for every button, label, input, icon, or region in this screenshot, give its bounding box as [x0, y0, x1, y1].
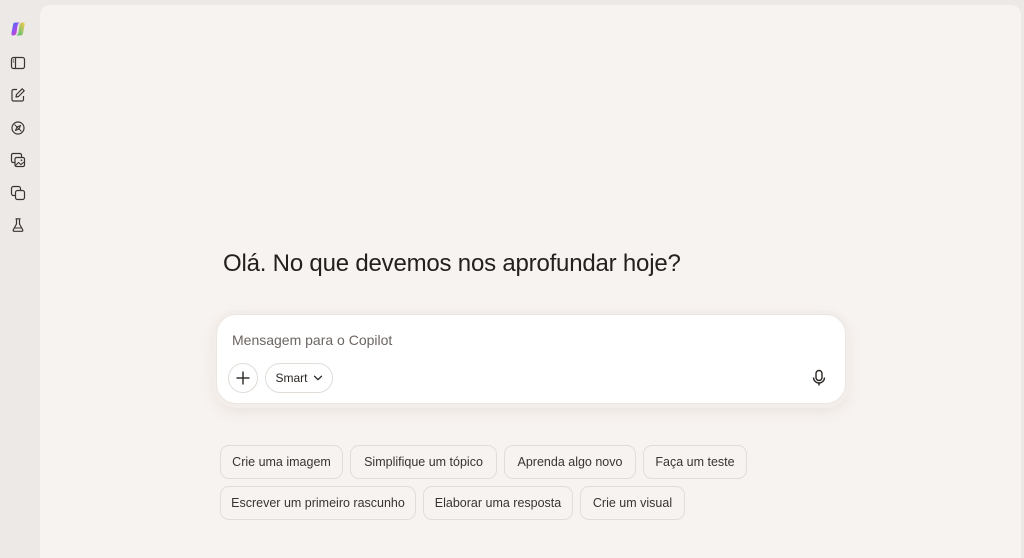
mode-label: Smart	[275, 371, 308, 385]
image-gallery-icon[interactable]	[6, 148, 30, 172]
chevron-down-icon	[313, 375, 322, 381]
suggestion-chip[interactable]: Simplifique um tópico	[350, 445, 497, 479]
copilot-logo-icon[interactable]	[6, 17, 30, 41]
suggestion-chip[interactable]: Faça um teste	[643, 445, 747, 479]
microphone-button[interactable]	[806, 365, 832, 391]
suggestion-chip[interactable]: Aprenda algo novo	[504, 445, 636, 479]
suggestion-chip[interactable]: Crie um visual	[580, 486, 685, 520]
mode-selector-button[interactable]: Smart	[265, 363, 333, 393]
labs-flask-icon[interactable]	[6, 213, 30, 237]
add-attachment-button[interactable]	[228, 363, 258, 393]
sidebar-toggle-icon[interactable]	[6, 51, 30, 75]
plus-icon	[236, 371, 250, 385]
left-rail	[0, 0, 40, 558]
microphone-icon	[812, 369, 826, 386]
suggestion-chip[interactable]: Elaborar uma resposta	[423, 486, 573, 520]
main-panel: Olá. No que devemos nos aprofundar hoje?…	[40, 5, 1021, 558]
discover-icon[interactable]	[6, 116, 30, 140]
message-composer: Smart	[216, 314, 846, 404]
message-input[interactable]	[232, 329, 792, 351]
greeting-heading: Olá. No que devemos nos aprofundar hoje?	[223, 250, 681, 277]
new-chat-icon[interactable]	[6, 83, 30, 107]
pages-icon[interactable]	[6, 181, 30, 205]
suggestion-chip[interactable]: Crie uma imagem	[220, 445, 343, 479]
suggestion-chip[interactable]: Escrever um primeiro rascunho	[220, 486, 416, 520]
